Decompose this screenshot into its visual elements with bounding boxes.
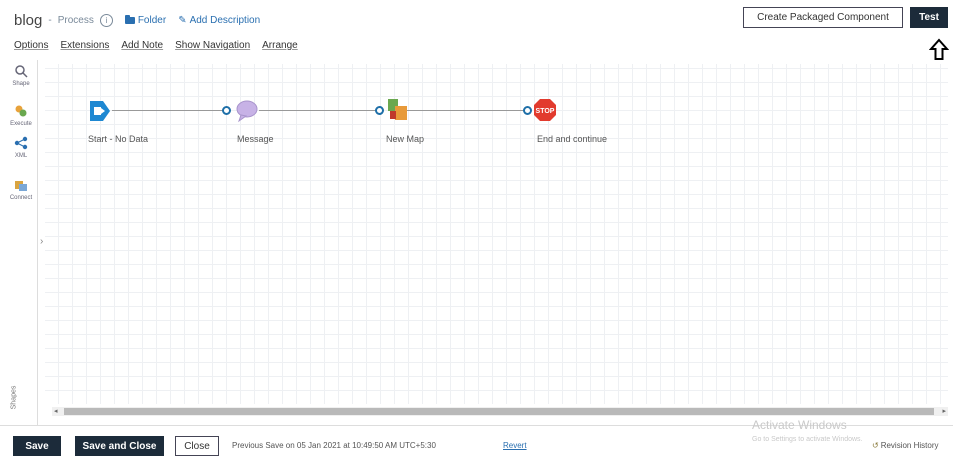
page-header: blog - Process i Folder ✎ Add Descriptio… bbox=[14, 10, 260, 30]
title-separator: - bbox=[48, 14, 52, 26]
menu-add-note[interactable]: Add Note bbox=[121, 40, 163, 51]
connector-port[interactable] bbox=[375, 106, 384, 115]
pencil-icon: ✎ bbox=[178, 14, 187, 26]
save-and-close-button[interactable]: Save and Close bbox=[75, 436, 164, 456]
arrow-up-icon bbox=[929, 38, 949, 60]
activate-windows-watermark: Activate Windows bbox=[752, 418, 847, 432]
stop-shape-icon: STOP bbox=[534, 99, 556, 121]
test-button[interactable]: Test bbox=[910, 7, 948, 28]
revision-history-link[interactable]: ↺ Revision History bbox=[872, 441, 939, 450]
scroll-right-icon[interactable]: ▸ bbox=[942, 407, 946, 416]
page-title: blog bbox=[14, 11, 43, 29]
tool-sidebar: Shape Execute XML Connect bbox=[5, 60, 38, 425]
map-shape-label: New Map bbox=[386, 134, 425, 144]
tool-execute[interactable]: Execute bbox=[8, 104, 34, 127]
tool-search-label: Shape bbox=[12, 81, 30, 87]
svg-text:STOP: STOP bbox=[536, 108, 555, 115]
menu-arrange[interactable]: Arrange bbox=[262, 40, 298, 51]
horizontal-scrollbar[interactable]: ◂ ▸ bbox=[52, 407, 948, 416]
message-shape-icon bbox=[236, 100, 258, 123]
add-description-link[interactable]: ✎ Add Description bbox=[178, 15, 260, 26]
connect-icon bbox=[15, 181, 27, 191]
tool-search[interactable]: Shape bbox=[8, 64, 34, 87]
map-shape[interactable] bbox=[385, 97, 409, 123]
folder-link[interactable]: Folder bbox=[124, 14, 167, 26]
menu-extensions[interactable]: Extensions bbox=[60, 40, 109, 51]
footer-bar: Save Save and Close Close Previous Save … bbox=[0, 418, 953, 470]
connector-port[interactable] bbox=[523, 106, 532, 115]
previous-save-info: Previous Save on 05 Jan 2021 at 10:49:50… bbox=[232, 441, 436, 450]
scroll-left-icon[interactable]: ◂ bbox=[54, 407, 58, 416]
execute-icon bbox=[15, 105, 27, 117]
tool-execute-label: Execute bbox=[10, 121, 32, 127]
message-shape[interactable] bbox=[235, 99, 259, 123]
info-icon[interactable]: i bbox=[99, 13, 113, 27]
add-description-label: Add Description bbox=[189, 14, 261, 26]
search-icon bbox=[15, 65, 28, 78]
message-shape-label: Message bbox=[237, 134, 274, 144]
close-button[interactable]: Close bbox=[175, 436, 219, 456]
map-shape-icon bbox=[388, 99, 407, 120]
connector-line bbox=[405, 110, 525, 111]
process-canvas[interactable]: Start - No Data Message New Map STOP End… bbox=[45, 64, 948, 404]
connector-line bbox=[259, 110, 377, 111]
stop-shape[interactable]: STOP bbox=[533, 98, 557, 122]
revision-history-label: Revision History bbox=[880, 441, 939, 450]
tool-connect[interactable]: Connect bbox=[8, 178, 34, 201]
start-shape-icon bbox=[90, 101, 110, 121]
menu-options[interactable]: Options bbox=[14, 40, 48, 51]
folder-icon bbox=[124, 14, 135, 24]
component-type: Process bbox=[57, 14, 94, 26]
tool-connect-label: Connect bbox=[9, 195, 33, 201]
connector-line bbox=[112, 110, 224, 111]
shapes-tab-label: Shapes bbox=[10, 385, 18, 410]
scrollbar-thumb[interactable] bbox=[64, 408, 934, 415]
connections-icon bbox=[14, 136, 28, 150]
save-button[interactable]: Save bbox=[13, 436, 61, 456]
activate-windows-hint: Go to Settings to activate Windows. bbox=[752, 436, 863, 443]
start-shape-label: Start - No Data bbox=[88, 134, 149, 144]
shapes-tab[interactable]: Shapes bbox=[10, 384, 20, 414]
toolbar-menu: Options Extensions Add Note Show Navigat… bbox=[14, 40, 298, 51]
create-packaged-component-button[interactable]: Create Packaged Component bbox=[743, 7, 903, 28]
expand-panel-chevron-icon[interactable]: › bbox=[40, 236, 43, 247]
tool-xml-label: XML bbox=[14, 153, 28, 159]
revert-link[interactable]: Revert bbox=[503, 441, 527, 450]
tool-xml[interactable]: XML bbox=[8, 136, 34, 159]
folder-link-label: Folder bbox=[137, 14, 167, 26]
stop-shape-label: End and continue bbox=[537, 134, 608, 144]
start-shape[interactable] bbox=[88, 99, 112, 123]
history-icon: ↺ bbox=[872, 441, 879, 450]
connector-port[interactable] bbox=[222, 106, 231, 115]
menu-show-navigation[interactable]: Show Navigation bbox=[175, 40, 250, 51]
